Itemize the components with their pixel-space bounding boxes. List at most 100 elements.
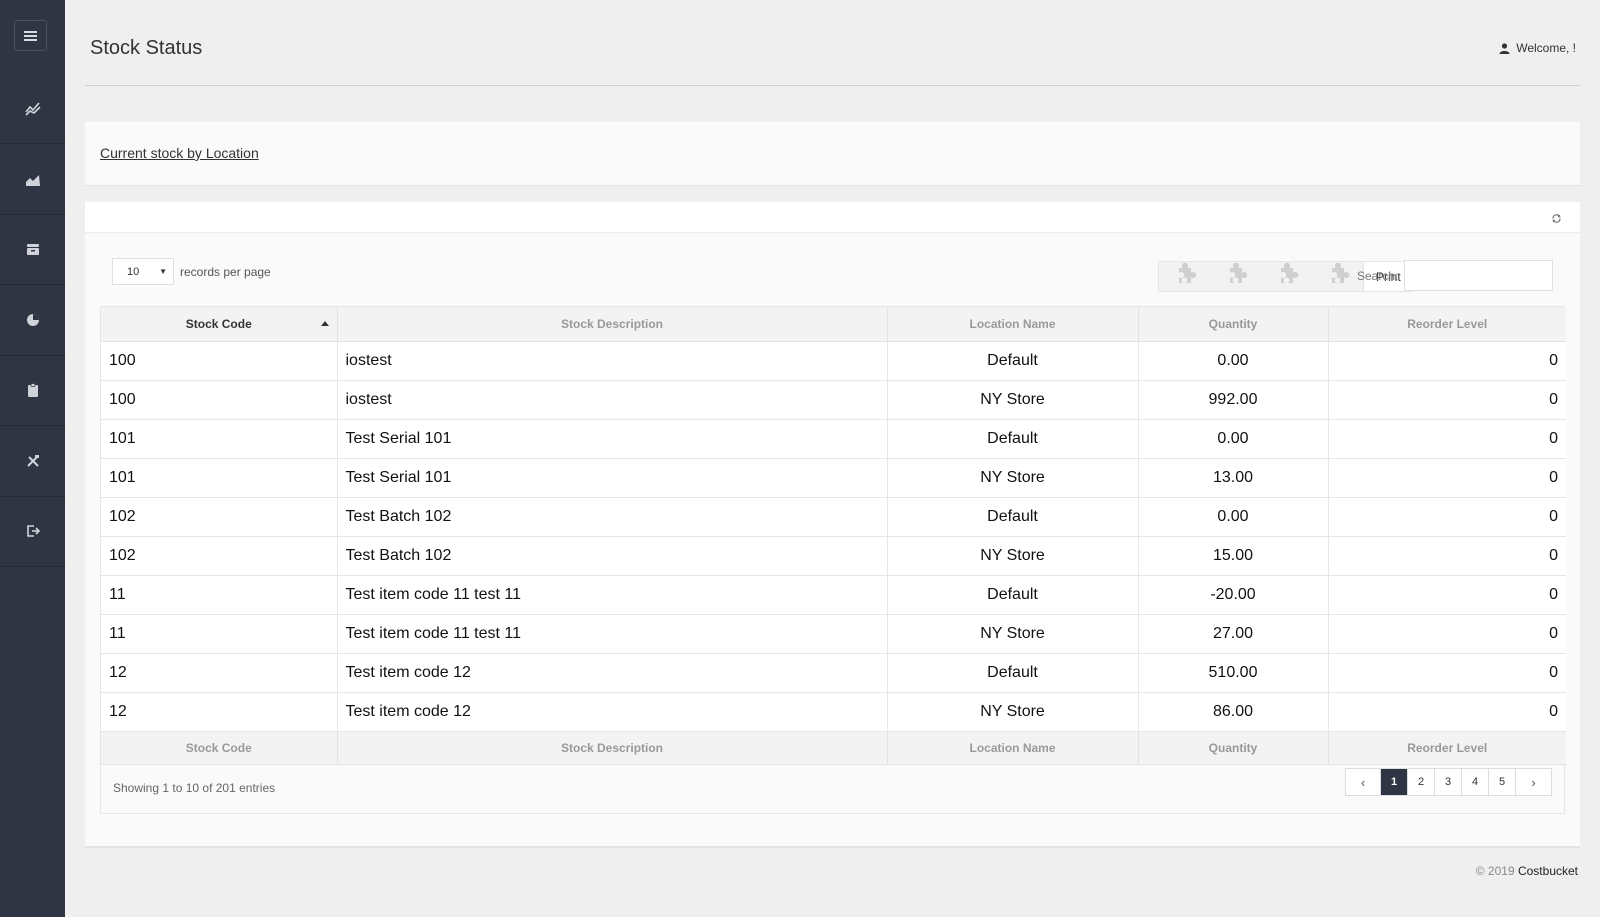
table-row[interactable]: 102 Test Batch 102 NY Store 15.00 0 — [101, 536, 1566, 576]
logout-icon — [26, 525, 40, 537]
cell-reorder-level: 0 — [1328, 419, 1566, 459]
header-divider — [85, 85, 1580, 86]
export-button-4[interactable] — [1312, 262, 1363, 291]
pie-chart-icon — [26, 314, 39, 326]
puzzle-piece-icon — [1280, 262, 1298, 283]
cell-quantity: 15.00 — [1138, 536, 1329, 576]
next-page-button[interactable]: › — [1516, 769, 1551, 795]
sidebar-item-inventory[interactable] — [0, 214, 65, 285]
cell-location-name: NY Store — [887, 692, 1139, 732]
sidebar-item-tools[interactable] — [0, 426, 65, 497]
table-row[interactable]: 11 Test item code 11 test 11 NY Store 27.00… — [101, 614, 1566, 654]
table-info: Showing 1 to 10 of 201 entries — [113, 781, 276, 795]
cell-location-name: NY Store — [887, 380, 1139, 420]
cell-stock-description: Test Serial 101 — [337, 419, 888, 459]
cell-stock-description: Test item code 11 test 11 — [337, 575, 888, 615]
export-button-2[interactable] — [1210, 262, 1261, 291]
cell-location-name: Default — [887, 575, 1139, 615]
cell-stock-description: Test item code 12 — [337, 653, 888, 693]
cell-quantity: 27.00 — [1138, 614, 1329, 654]
footer-copyright: © 2019 — [1475, 864, 1515, 878]
records-per-page-select[interactable]: 10 ▼ — [112, 258, 174, 285]
tools-icon — [26, 455, 39, 467]
table-row[interactable]: 12 Test item code 12 Default 510.00 0 — [101, 653, 1566, 693]
footer-brand: Costbucket — [1517, 864, 1578, 878]
cell-reorder-level: 0 — [1328, 614, 1566, 654]
refresh-icon[interactable] — [1551, 213, 1562, 224]
column-header-quantity[interactable]: Quantity — [1138, 307, 1329, 342]
cell-stock-description: iostest — [337, 380, 888, 420]
cell-location-name: Default — [887, 341, 1139, 381]
cell-stock-code: 102 — [101, 536, 338, 576]
export-button-1[interactable] — [1159, 262, 1210, 291]
page-title: Stock Status — [90, 37, 203, 59]
search-input[interactable] — [1404, 260, 1554, 291]
cell-location-name: Default — [887, 497, 1139, 537]
table-row[interactable]: 100 iostest NY Store 992.00 0 — [101, 380, 1566, 420]
column-header-reorder-level[interactable]: Reorder Level — [1328, 307, 1566, 342]
cell-stock-description: iostest — [337, 341, 888, 381]
cell-stock-description: Test item code 12 — [337, 692, 888, 732]
sort-ascending-icon — [320, 321, 329, 326]
cell-stock-code: 12 — [101, 653, 338, 693]
cell-stock-code: 101 — [101, 419, 338, 459]
column-header-stock-description[interactable]: Stock Description — [337, 307, 888, 342]
table-row[interactable]: 101 Test Serial 101 Default 0.00 0 — [101, 419, 1566, 459]
cell-stock-code: 11 — [101, 614, 338, 654]
table-header-row: Stock Code Stock Description Location Na… — [101, 307, 1566, 342]
cell-quantity: 13.00 — [1138, 458, 1329, 498]
page-button-2[interactable]: 2 — [1408, 769, 1435, 795]
prev-page-button[interactable]: ‹ — [1346, 769, 1381, 795]
cell-reorder-level: 0 — [1328, 341, 1566, 381]
cell-stock-description: Test Serial 101 — [337, 458, 888, 498]
table-row[interactable]: 101 Test Serial 101 NY Store 13.00 0 — [101, 458, 1566, 498]
clipboard-icon — [27, 383, 38, 397]
cell-reorder-level: 0 — [1328, 380, 1566, 420]
column-header-stock-code[interactable]: Stock Code — [101, 307, 338, 342]
footer-location-name: Location Name — [887, 731, 1139, 765]
page-button-5[interactable]: 5 — [1489, 769, 1516, 795]
cell-reorder-level: 0 — [1328, 497, 1566, 537]
footer-quantity: Quantity — [1138, 731, 1329, 765]
cell-stock-code: 12 — [101, 692, 338, 732]
sidebar-item-reports[interactable] — [0, 285, 65, 356]
cell-stock-code: 11 — [101, 575, 338, 615]
column-header-location-name[interactable]: Location Name — [887, 307, 1139, 342]
hamburger-icon — [24, 30, 37, 41]
cell-quantity: 86.00 — [1138, 692, 1329, 732]
sidebar-item-clipboard[interactable] — [0, 355, 65, 426]
table-row[interactable]: 11 Test item code 11 test 11 Default -20.00… — [101, 575, 1566, 615]
sidebar-item-area-chart[interactable] — [0, 144, 65, 215]
cell-quantity: 510.00 — [1138, 653, 1329, 693]
stock-grid-panel: 10 ▼ records per page Print Search: Stoc… — [85, 202, 1580, 848]
current-stock-by-location-link[interactable]: Current stock by Location — [100, 145, 259, 161]
sidebar-item-logout[interactable] — [0, 496, 65, 567]
export-button-3[interactable] — [1261, 262, 1312, 291]
page-button-4[interactable]: 4 — [1462, 769, 1489, 795]
page-button-3[interactable]: 3 — [1435, 769, 1462, 795]
table-row[interactable]: 102 Test Batch 102 Default 0.00 0 — [101, 497, 1566, 537]
stock-table: Stock Code Stock Description Location Na… — [101, 307, 1566, 765]
records-per-page-value: 10 — [127, 265, 140, 278]
table-row[interactable]: 12 Test item code 12 NY Store 86.00 0 — [101, 692, 1566, 732]
cell-stock-code: 100 — [101, 380, 338, 420]
footer-stock-description: Stock Description — [337, 731, 888, 765]
page-button-1[interactable]: 1 — [1381, 769, 1408, 795]
stock-table-wrapper: Stock Code Stock Description Location Na… — [100, 306, 1566, 814]
search-box: Search: — [1357, 260, 1554, 291]
cell-location-name: Default — [887, 653, 1139, 693]
welcome-text: Welcome, ! — [1516, 41, 1576, 55]
user-menu[interactable]: Welcome, ! — [1499, 41, 1576, 55]
cell-stock-description: Test item code 11 test 11 — [337, 614, 888, 654]
menu-toggle-button[interactable] — [14, 20, 47, 51]
panel-header — [85, 202, 1580, 233]
cell-reorder-level: 0 — [1328, 536, 1566, 576]
sidebar-item-trends[interactable] — [0, 73, 65, 144]
table-row[interactable]: 100 iostest Default 0.00 0 — [101, 341, 1566, 381]
cell-stock-code: 102 — [101, 497, 338, 537]
cell-reorder-level: 0 — [1328, 458, 1566, 498]
cell-quantity: 0.00 — [1138, 497, 1329, 537]
footer-reorder-level: Reorder Level — [1328, 731, 1566, 765]
cell-location-name: Default — [887, 419, 1139, 459]
caret-down-icon: ▼ — [159, 267, 167, 276]
